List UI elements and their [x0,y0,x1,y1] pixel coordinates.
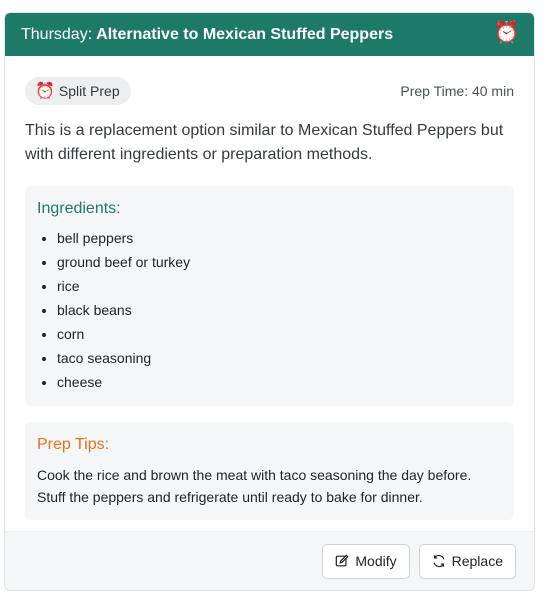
list-item: black beans [57,298,502,322]
card-header: Thursday: Alternative to Mexican Stuffed… [5,13,534,56]
split-prep-badge: ⏰ Split Prep [25,77,131,105]
meal-card: Thursday: Alternative to Mexican Stuffed… [4,12,535,591]
ingredients-title: Ingredients: [37,200,121,217]
refresh-icon [433,554,445,568]
prep-time: Prep Time: 40 min [400,83,514,99]
replace-button[interactable]: Replace [418,543,516,579]
prep-tips-section: Prep Tips: Cook the rice and brown the m… [25,422,514,520]
meal-description: This is a replacement option similar to … [25,122,504,163]
prep-tips-text: Cook the rice and brown the meat with ta… [37,467,472,505]
day-label: Thursday: [21,25,93,43]
badge-label: Split Prep [58,83,120,99]
list-item: cheese [57,370,502,394]
list-item: ground beef or turkey [57,250,502,274]
list-item: bell peppers [57,226,502,250]
modify-button[interactable]: Modify [322,543,410,579]
list-item: rice [57,274,502,298]
list-item: corn [57,322,502,346]
list-item: taco seasoning [57,346,502,370]
prep-tips-title: Prep Tips: [37,436,110,453]
replace-label: Replace [451,553,503,569]
modify-label: Modify [355,553,397,569]
ingredients-list: bell peppers ground beef or turkey rice … [37,226,502,394]
alarm-clock-icon: ⏰ [493,21,520,44]
card-body: ⏰ Split Prep Prep Time: 40 min This is a… [5,77,534,520]
alarm-clock-icon: ⏰ [35,83,55,100]
edit-icon [336,554,349,567]
ingredients-section: Ingredients: bell peppers ground beef or… [25,186,514,406]
meta-row: ⏰ Split Prep Prep Time: 40 min [25,77,514,105]
meal-title: Alternative to Mexican Stuffed Peppers [96,25,394,43]
card-footer: Modify Replace [5,531,534,590]
